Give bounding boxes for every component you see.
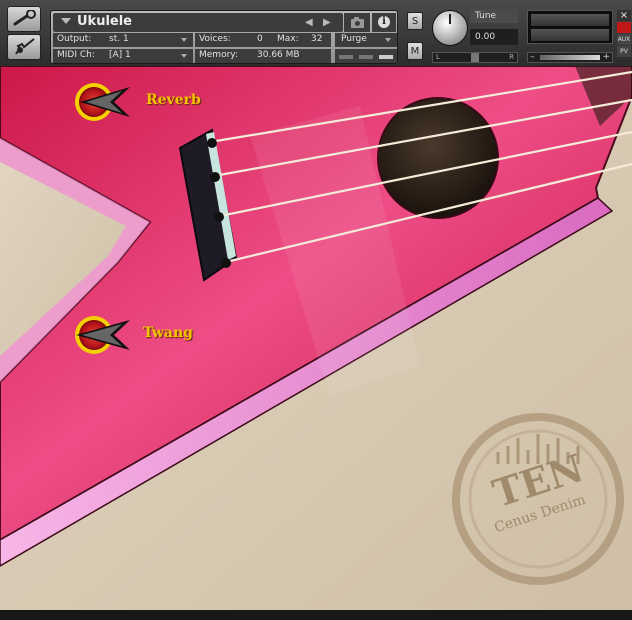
instrument-edit-button[interactable]	[7, 34, 41, 60]
reverb-label: Reverb	[146, 92, 201, 108]
meter-segment	[379, 55, 393, 59]
remove-instrument-button[interactable]	[617, 22, 631, 33]
output-selector[interactable]: Output: st. 1	[53, 33, 193, 47]
voices-label: Voices:	[199, 34, 231, 44]
midi-value: [A] 1	[109, 50, 131, 60]
volume-slider[interactable]: – +	[527, 52, 613, 63]
instrument-name: Ukulele	[77, 14, 133, 29]
midi-label: MIDI Ch:	[57, 50, 95, 60]
pan-slider[interactable]: L R	[432, 52, 518, 63]
close-button[interactable]: ×	[617, 10, 631, 21]
voices-value: 0	[257, 34, 263, 44]
instrument-gui: TEN Cenus Denim Reverb Twang	[0, 66, 632, 610]
chevron-down-icon	[385, 38, 391, 42]
tune-label: Tune	[470, 9, 518, 23]
knob-icon	[75, 316, 130, 354]
twang-label: Twang	[143, 325, 193, 341]
instrument-name-bar[interactable]: Ukulele ◀ ▶	[53, 13, 343, 32]
purge-label: Purge	[341, 34, 367, 44]
snapshot-button[interactable]	[344, 13, 370, 32]
tune-value[interactable]: 0.00	[470, 29, 518, 45]
pan-right-label: R	[509, 53, 514, 61]
meter-left-channel	[531, 14, 609, 26]
knob-pointer	[449, 14, 451, 24]
pan-left-label: L	[436, 53, 440, 61]
meter-segment	[359, 55, 373, 59]
purge-meter	[335, 49, 397, 63]
reverb-knob[interactable]	[70, 81, 130, 123]
info-button[interactable]: i	[372, 13, 396, 32]
next-instrument-icon[interactable]: ▶	[323, 17, 331, 28]
voices-row: Voices: 0 Max: 32	[195, 33, 331, 47]
twang-knob[interactable]	[70, 314, 130, 356]
mute-button[interactable]: M	[407, 42, 423, 60]
pv-button[interactable]: PV	[617, 46, 631, 57]
pan-handle[interactable]	[471, 53, 479, 62]
chevron-down-icon[interactable]	[61, 18, 71, 24]
meter-segment	[339, 55, 353, 59]
memory-label: Memory:	[199, 50, 238, 60]
volume-minus-label: –	[530, 52, 535, 62]
memory-row: Memory: 30.66 MB	[195, 49, 331, 63]
knob-icon	[75, 83, 130, 121]
wrench-button[interactable]	[7, 6, 41, 32]
instrument-header: Ukulele ◀ ▶ i Output: st. 1 MIDI Ch: [A]…	[0, 0, 632, 67]
max-voices-value[interactable]: 32	[311, 34, 322, 44]
meter-right-channel	[531, 29, 609, 41]
wrench-icon	[13, 10, 36, 26]
chevron-down-icon	[181, 38, 187, 42]
instrument-panel: Ukulele ◀ ▶ i Output: st. 1 MIDI Ch: [A]…	[50, 10, 398, 64]
solo-button[interactable]: S	[407, 12, 423, 30]
volume-plus-label: +	[602, 52, 610, 62]
purge-dropdown[interactable]: Purge	[335, 33, 397, 47]
aux-button[interactable]: AUX	[617, 34, 631, 45]
midi-channel-selector[interactable]: MIDI Ch: [A] 1	[53, 49, 193, 63]
guitar-icon	[15, 38, 35, 55]
volume-fill	[540, 55, 600, 60]
output-label: Output:	[57, 34, 92, 44]
previous-instrument-icon[interactable]: ◀	[305, 17, 313, 28]
chevron-down-icon	[181, 54, 187, 58]
level-meter	[527, 10, 613, 44]
kontakt-window: Ukulele ◀ ▶ i Output: st. 1 MIDI Ch: [A]…	[0, 0, 632, 620]
info-icon: i	[378, 16, 390, 28]
bottom-bar	[0, 610, 632, 620]
memory-value: 30.66 MB	[257, 50, 300, 60]
camera-icon	[351, 17, 364, 28]
output-value: st. 1	[109, 34, 129, 44]
tune-knob[interactable]	[432, 10, 468, 46]
max-voices-label: Max:	[277, 34, 299, 44]
